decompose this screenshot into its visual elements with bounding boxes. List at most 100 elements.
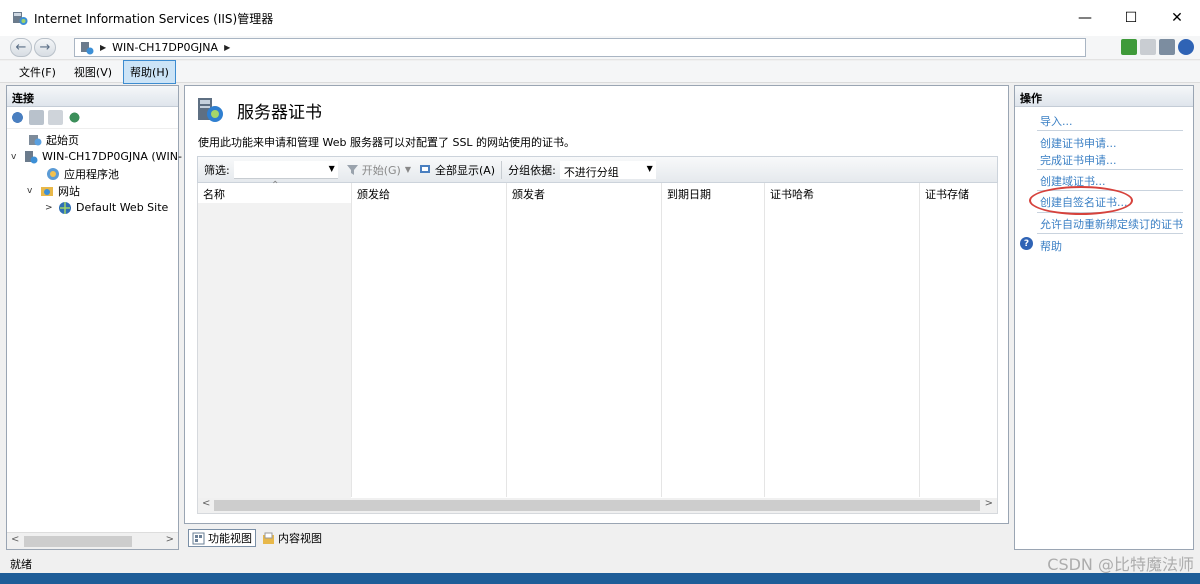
tree-item-default-web-site[interactable]: > Default Web Site bbox=[45, 199, 168, 216]
tab-label: 功能视图 bbox=[208, 532, 252, 545]
group-by-label: 分组依据: bbox=[508, 163, 556, 177]
filter-toolbar: 筛选: ▼ 开始(G) ▼ 全部显示(A) 分组依据: 不进行分组 ▼ bbox=[197, 156, 998, 183]
toolbar-divider bbox=[501, 160, 503, 179]
menu-help[interactable]: 帮助(H) bbox=[123, 59, 176, 84]
filter-input[interactable]: ▼ bbox=[233, 160, 338, 179]
annotation-ellipse bbox=[1029, 186, 1133, 215]
actions-divider bbox=[1037, 169, 1183, 170]
show-all-label: 全部显示(A) bbox=[434, 163, 496, 177]
show-all-icon bbox=[419, 165, 430, 173]
chevron-down-icon[interactable]: v bbox=[27, 186, 37, 196]
forward-button[interactable]: → bbox=[34, 38, 56, 57]
desktop-background-strip bbox=[0, 573, 1200, 584]
scrollbar-thumb[interactable] bbox=[214, 500, 980, 511]
tab-content-view[interactable]: 内容视图 bbox=[258, 529, 326, 547]
menu-file[interactable]: 文件(F) bbox=[12, 60, 63, 84]
address-bar: ← → ▶ WIN-CH17DP0GJNA ▶ bbox=[0, 36, 1200, 60]
scroll-left-icon[interactable]: < bbox=[202, 498, 210, 509]
app-pool-icon bbox=[47, 167, 59, 180]
actions-panel: 操作 导入... 创建证书申请... 完成证书申请... 创建域证书... 创建… bbox=[1014, 85, 1194, 550]
filter-funnel-icon bbox=[346, 165, 358, 175]
refresh-icon[interactable] bbox=[1121, 39, 1137, 55]
page-title: 服务器证书 bbox=[237, 103, 322, 123]
home-icon[interactable] bbox=[1159, 39, 1175, 55]
connections-header: 连接 bbox=[7, 86, 178, 107]
help-icon[interactable] bbox=[1178, 39, 1194, 55]
chevron-down-icon[interactable]: ▼ bbox=[329, 164, 335, 173]
sort-ascending-icon: ⌃ bbox=[271, 180, 280, 191]
table-header: ⌃ 名称 颁发给 颁发者 到期日期 证书哈希 证书存储 bbox=[198, 180, 998, 203]
tab-features-view[interactable]: 功能视图 bbox=[188, 529, 256, 547]
stop-icon[interactable] bbox=[1140, 39, 1156, 55]
tab-label: 内容视图 bbox=[278, 532, 322, 545]
show-all-button[interactable]: 全部显示(A) bbox=[419, 162, 495, 178]
start-page-icon bbox=[29, 134, 42, 145]
column-divider[interactable] bbox=[661, 183, 662, 497]
column-header-hash[interactable]: 证书哈希 bbox=[770, 186, 814, 202]
forward-arrow-icon: → bbox=[39, 40, 51, 55]
chevron-down-icon[interactable]: ▼ bbox=[405, 165, 411, 174]
action-help[interactable]: 帮助 bbox=[1040, 238, 1062, 254]
column-divider[interactable] bbox=[764, 183, 765, 497]
tree-item-server[interactable]: v WIN-CH17DP0GJNA (WIN- bbox=[11, 148, 182, 165]
website-globe-icon bbox=[59, 201, 71, 214]
column-header-name[interactable]: 名称 bbox=[203, 186, 225, 202]
column-header-store[interactable]: 证书存储 bbox=[925, 186, 969, 202]
tree-item-sites[interactable]: v 网站 bbox=[27, 182, 80, 199]
breadcrumb[interactable]: ▶ WIN-CH17DP0GJNA ▶ bbox=[74, 38, 1086, 57]
tree-item-label: 应用程序池 bbox=[64, 167, 119, 181]
tree-item-start-page[interactable]: 起始页 bbox=[15, 131, 79, 148]
chevron-right-icon[interactable]: > bbox=[45, 203, 55, 213]
action-import[interactable]: 导入... bbox=[1040, 113, 1073, 129]
menu-bar: 文件(F) 视图(V) 帮助(H) bbox=[0, 59, 1200, 84]
features-view-icon bbox=[192, 532, 205, 544]
scroll-right-icon[interactable]: > bbox=[985, 498, 993, 509]
scrollbar-thumb[interactable] bbox=[24, 536, 132, 547]
group-by-value: 不进行分组 bbox=[563, 165, 619, 179]
breadcrumb-server[interactable]: WIN-CH17DP0GJNA bbox=[112, 41, 218, 54]
go-button[interactable]: 开始(G) ▼ bbox=[346, 162, 411, 178]
action-complete-certificate-request[interactable]: 完成证书申请... bbox=[1040, 152, 1117, 168]
disconnect-icon[interactable] bbox=[48, 110, 63, 125]
help-icon[interactable]: ? bbox=[1020, 237, 1033, 250]
sites-folder-icon bbox=[41, 186, 53, 196]
iis-app-icon bbox=[13, 12, 28, 25]
group-by-select[interactable]: 不进行分组 ▼ bbox=[559, 160, 656, 179]
connect-icon[interactable] bbox=[10, 110, 25, 125]
table-horizontal-scrollbar[interactable]: < > bbox=[198, 498, 997, 513]
iis-manager-window: Internet Information Services (IIS)管理器 —… bbox=[0, 0, 1200, 584]
save-icon[interactable] bbox=[29, 110, 44, 125]
connections-panel: 连接 起始页 v WIN-CH17DP0GJNA (WIN- 应用程序池 v 网… bbox=[6, 85, 182, 550]
sites-icon[interactable] bbox=[67, 110, 82, 125]
actions-header: 操作 bbox=[1015, 86, 1193, 107]
column-divider[interactable] bbox=[919, 183, 920, 497]
action-create-certificate-request[interactable]: 创建证书申请... bbox=[1040, 135, 1117, 151]
filter-label: 筛选: bbox=[204, 163, 230, 177]
back-button[interactable]: ← bbox=[10, 38, 32, 57]
maximize-button[interactable]: ☐ bbox=[1108, 0, 1154, 36]
action-enable-auto-rebind[interactable]: 允许自动重新绑定续订的证书 bbox=[1040, 216, 1183, 232]
column-divider[interactable] bbox=[506, 183, 507, 497]
scroll-left-icon[interactable]: < bbox=[11, 534, 19, 545]
minimize-button[interactable]: — bbox=[1062, 0, 1108, 36]
scroll-right-icon[interactable]: > bbox=[166, 534, 174, 545]
sorted-column-shade bbox=[198, 203, 351, 499]
tree-item-label: 网站 bbox=[58, 184, 80, 198]
chevron-right-icon[interactable]: ▶ bbox=[224, 43, 230, 52]
server-icon bbox=[25, 150, 38, 163]
tree-item-label: WIN-CH17DP0GJNA (WIN- bbox=[42, 150, 182, 163]
column-header-issued-to[interactable]: 颁发给 bbox=[357, 186, 390, 202]
chevron-down-icon[interactable]: v bbox=[11, 152, 21, 162]
close-button[interactable]: ✕ bbox=[1154, 0, 1200, 36]
tree-item-app-pools[interactable]: 应用程序池 bbox=[33, 165, 119, 182]
column-header-expiration[interactable]: 到期日期 bbox=[667, 186, 711, 202]
menu-view[interactable]: 视图(V) bbox=[67, 60, 119, 84]
view-switcher: 功能视图 内容视图 bbox=[188, 529, 326, 547]
column-header-issued-by[interactable]: 颁发者 bbox=[512, 186, 545, 202]
chevron-down-icon[interactable]: ▼ bbox=[647, 164, 653, 173]
watermark: CSDN @比特魔法师 bbox=[1047, 555, 1194, 574]
feature-panel: 服务器证书 使用此功能来申请和管理 Web 服务器可以对配置了 SSL 的网站使… bbox=[184, 85, 1009, 524]
title-bar: Internet Information Services (IIS)管理器 —… bbox=[0, 0, 1200, 36]
column-divider[interactable] bbox=[351, 183, 352, 497]
connections-horizontal-scrollbar[interactable]: < > bbox=[7, 532, 178, 549]
